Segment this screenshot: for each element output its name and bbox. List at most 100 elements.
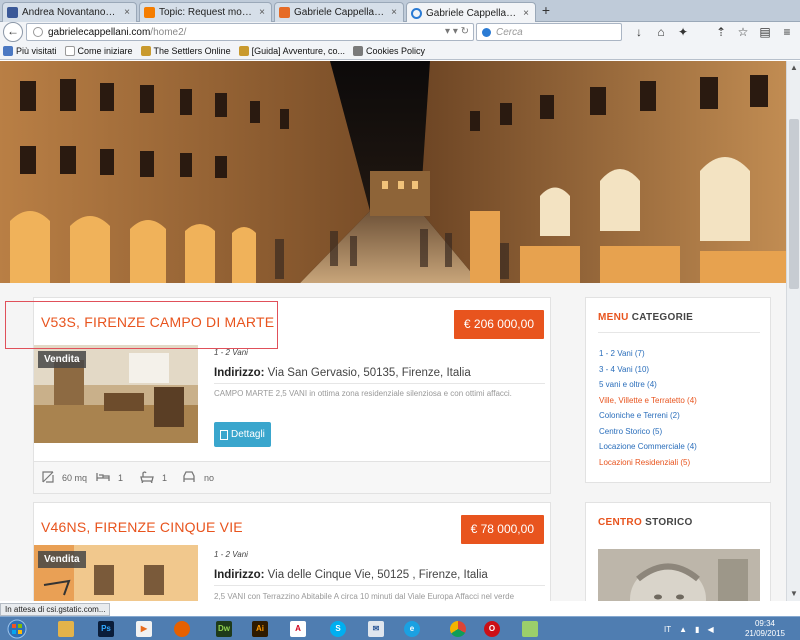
scroll-down-arrow-icon[interactable]: ▼ — [787, 587, 800, 601]
listing-title[interactable]: V46NS, FIRENZE CINQUE VIE — [41, 519, 243, 535]
addon-icon[interactable]: ✦ — [676, 25, 690, 39]
bookmark-piu-visitati[interactable]: Più visitati — [3, 45, 57, 56]
bookmark-settlers-online[interactable]: The Settlers Online — [140, 45, 231, 56]
tab-cappellani-1[interactable]: Gabriele Cappellani - Inter... × — [274, 2, 404, 22]
feature-garage: no — [182, 462, 214, 494]
taskbar-photoshop[interactable]: Ps — [92, 618, 120, 640]
category-link-5-vani[interactable]: 5 vani e oltre (4) — [599, 377, 697, 393]
close-icon[interactable]: × — [257, 7, 267, 18]
home-icon[interactable]: ⌂ — [654, 25, 668, 39]
bookmark-star-icon[interactable]: ☆ — [736, 25, 750, 39]
opera-icon: O — [484, 621, 500, 637]
synch-icon[interactable]: ⇡ — [714, 25, 728, 39]
category-link-ville[interactable]: Ville, Villette e Terratetto (4) — [599, 393, 697, 409]
close-icon[interactable]: × — [521, 8, 531, 19]
taskbar-notepadpp[interactable] — [516, 618, 544, 640]
menu-icon[interactable]: ≡ — [780, 25, 794, 39]
annotation-highlight-box — [5, 301, 278, 349]
scrollbar-thumb[interactable] — [789, 119, 799, 289]
input-language[interactable]: IT — [664, 625, 671, 634]
feature-value: 1 — [162, 473, 168, 483]
category-link-locazioni-residenziali[interactable]: Locazioni Residenziali (5) — [599, 455, 697, 471]
search-input[interactable]: Cerca — [476, 23, 622, 41]
category-link-1-2-vani[interactable]: 1 - 2 Vani (7) — [599, 346, 697, 362]
system-tray: IT ▲ ▮ ◀ — [664, 617, 714, 640]
internet-explorer-icon: e — [404, 621, 420, 637]
acrobat-icon: A — [290, 621, 306, 637]
close-icon[interactable]: × — [389, 7, 399, 18]
taskbar-explorer[interactable] — [52, 618, 80, 640]
tab-facebook[interactable]: Andrea Novantanove Bini × — [2, 2, 137, 22]
bookmark-guida-avventure[interactable]: [Guida] Avventure, co... — [238, 45, 345, 56]
url-dropdown-reload-icons[interactable]: ▾ ▾ ↻ — [445, 26, 469, 37]
details-button[interactable]: Dettagli — [214, 422, 271, 447]
hero-image — [0, 61, 786, 283]
bookmark-cookies-policy[interactable]: Cookies Policy — [352, 45, 425, 56]
category-link-3-4-vani[interactable]: 3 - 4 Vani (10) — [599, 362, 697, 378]
navigation-toolbar: ← gabrielecappellani.com/home2/ ▾ ▾ ↻ Ce… — [0, 22, 800, 42]
bookmark-label: [Guida] Avventure, co... — [251, 45, 345, 56]
category-link-centro-storico[interactable]: Centro Storico (5) — [599, 424, 697, 440]
taskbar-acrobat[interactable]: A — [284, 618, 312, 640]
sale-badge: Vendita — [38, 351, 86, 368]
skype-icon: S — [330, 621, 346, 637]
vertical-scrollbar[interactable]: ▲ ▼ — [786, 61, 800, 601]
volume-icon[interactable]: ◀ — [707, 625, 713, 634]
car-icon — [182, 471, 196, 485]
bookmark-come-iniziare[interactable]: Come iniziare — [64, 45, 133, 56]
url-host: gabrielecappellani.com — [48, 26, 151, 38]
outlook-icon: ✉ — [368, 621, 384, 637]
site-identity-icon[interactable] — [33, 27, 43, 37]
listing-photo[interactable]: Vendita — [34, 345, 198, 443]
browser-tab-strip: Andrea Novantanove Bini × Topic: Request… — [0, 0, 800, 23]
listing-price: € 206 000,00 — [453, 310, 544, 339]
download-icon[interactable]: ↓ — [632, 25, 646, 39]
taskbar-chrome[interactable] — [444, 618, 472, 640]
page-viewport: V53S, FIRENZE CAMPO DI MARTE € 206 000,0… — [0, 61, 786, 601]
back-button[interactable]: ← — [3, 22, 23, 42]
listing-photo[interactable]: Vendita — [34, 545, 198, 601]
area-icon — [42, 471, 54, 485]
heading-accent: CENTRO — [598, 517, 643, 528]
taskbar-outlook[interactable]: ✉ — [362, 618, 390, 640]
feature-value: no — [204, 473, 215, 483]
taskbar-ie[interactable]: e — [398, 618, 426, 640]
taskbar-media-player[interactable]: ▶ — [130, 618, 158, 640]
clock-date: 21/09/2015 — [744, 629, 786, 638]
listing-features-bar: 60 mq 1 1 no — [34, 461, 550, 493]
category-link-locazione-commerciale[interactable]: Locazione Commerciale (4) — [599, 439, 697, 455]
address-bar[interactable]: gabrielecappellani.com/home2/ ▾ ▾ ↻ — [26, 23, 474, 41]
heading-text: STORICO — [645, 517, 693, 528]
florence-street-photo — [0, 61, 786, 283]
address-label: Indirizzo: — [214, 367, 265, 379]
details-label: Dettagli — [231, 429, 265, 440]
status-text: In attesa di csi.gstatic.com... — [0, 603, 111, 616]
tab-blogger-topic[interactable]: Topic: Request more detail... × — [139, 2, 272, 22]
taskbar-illustrator[interactable]: Ai — [246, 618, 274, 640]
taskbar-dreamweaver[interactable]: Dw — [210, 618, 238, 640]
show-hidden-icons-icon[interactable]: ▲ — [679, 625, 687, 634]
loading-spinner-icon — [411, 7, 422, 19]
close-icon[interactable]: × — [122, 7, 132, 18]
folder-icon — [3, 45, 13, 56]
network-icon[interactable]: ▮ — [695, 625, 699, 634]
dreamweaver-icon: Dw — [216, 621, 232, 637]
category-link-coloniche[interactable]: Coloniche e Terreni (2) — [599, 408, 697, 424]
david-statue-photo[interactable] — [598, 549, 760, 601]
clipboard-icon[interactable]: ▤ — [758, 25, 772, 39]
page-icon — [64, 45, 75, 56]
divider — [214, 383, 545, 384]
scroll-up-arrow-icon[interactable]: ▲ — [787, 61, 800, 75]
tab-label: Gabriele Cappellani - Inter... — [294, 7, 386, 18]
feature-value: 1 — [118, 473, 124, 483]
taskbar-skype[interactable]: S — [324, 618, 352, 640]
tab-label: Andrea Novantanove Bini — [22, 7, 119, 18]
start-button[interactable] — [2, 618, 32, 640]
crown-icon — [140, 45, 151, 56]
new-tab-button[interactable]: + — [538, 3, 554, 19]
taskbar-firefox[interactable] — [168, 618, 196, 640]
tab-cappellani-active[interactable]: Gabriele Cappellani - Inter... × — [406, 2, 536, 23]
sidebar-categories: MENU CATEGORIE 1 - 2 Vani (7) 3 - 4 Vani… — [585, 297, 771, 483]
taskbar-opera[interactable]: O — [478, 618, 506, 640]
clock[interactable]: 09:34 21/09/2015 — [743, 619, 787, 639]
